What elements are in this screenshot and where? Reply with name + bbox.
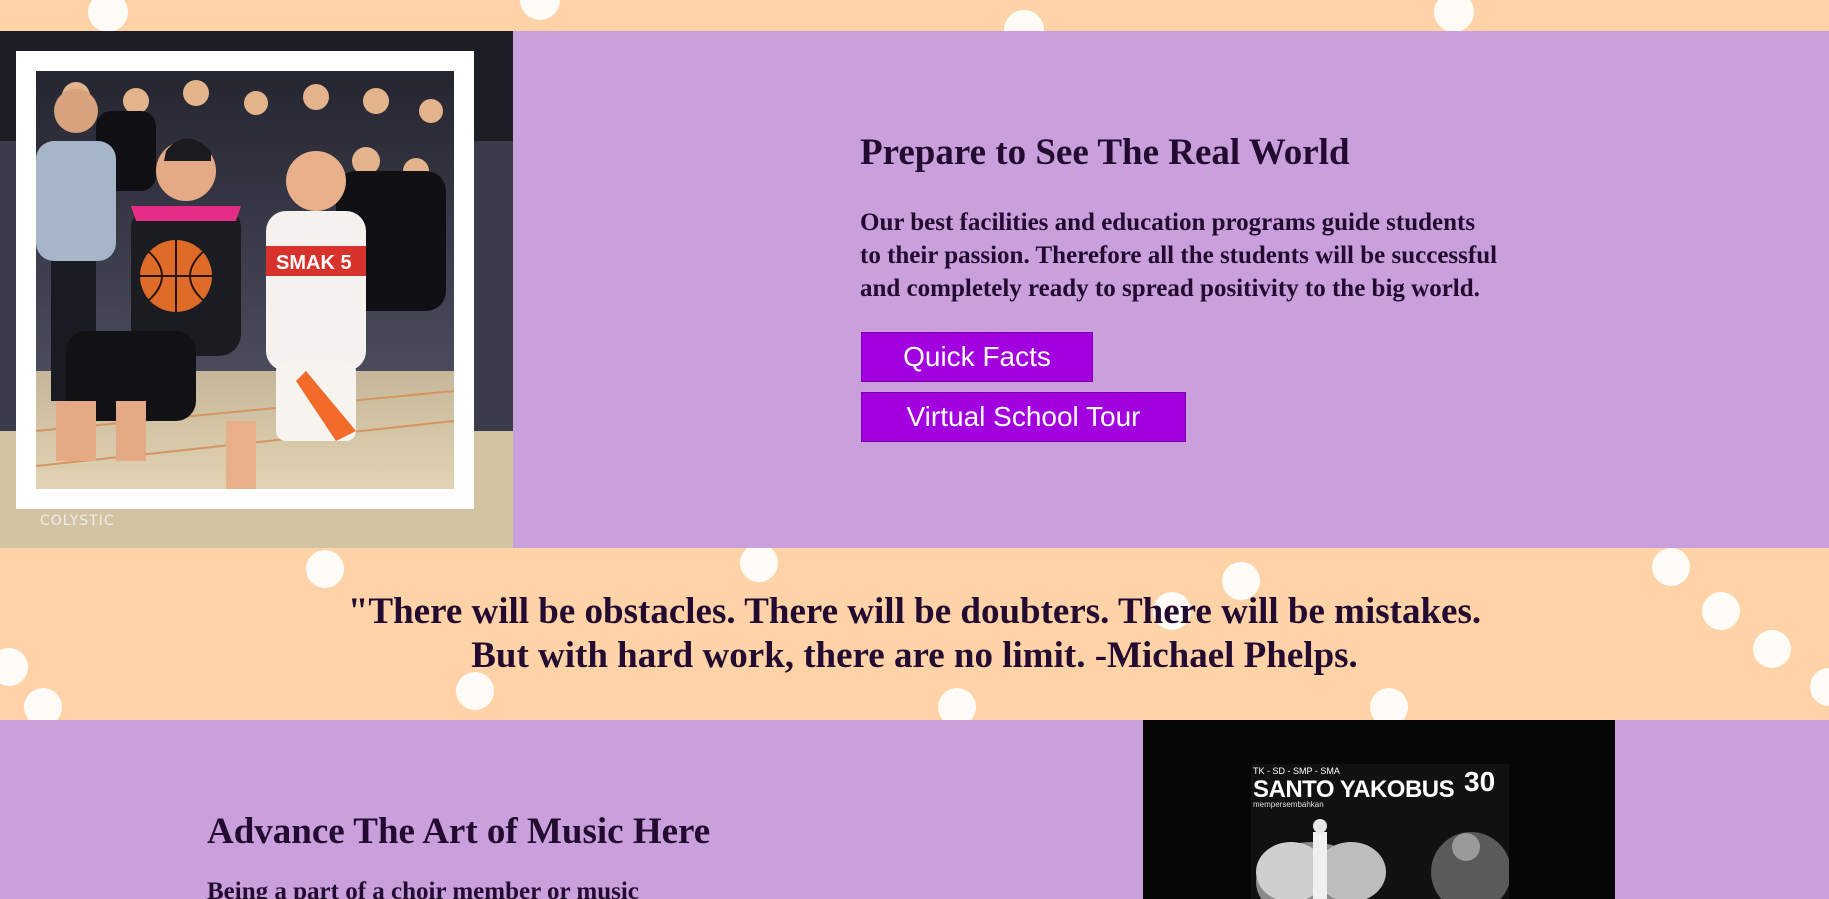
poster-figures: [1256, 819, 1509, 899]
decor-dot: [1434, 0, 1474, 31]
decor-dot: [306, 550, 344, 588]
hero-text: Prepare to See The Real World Our best f…: [860, 131, 1640, 305]
virtual-school-tour-button[interactable]: Virtual School Tour: [861, 392, 1186, 442]
music-paragraph: Being a part of a choir member or music: [207, 878, 639, 899]
concert-poster: TK - SD - SMP - SMA SANTO YAKOBUS memper…: [1143, 720, 1615, 899]
quote-line-2: But with hard work, there are no limit. …: [471, 635, 1358, 676]
poster-anniversary: 30: [1464, 766, 1496, 797]
hero-section: SMAK 5 COLYSTIC Prepare to See The Real …: [0, 31, 1829, 548]
decor-dot: [1652, 548, 1690, 586]
hero-paragraph-line: to their passion. Therefore all the stud…: [860, 242, 1498, 269]
music-section: Advance The Art of Music Here Being a pa…: [0, 720, 1829, 899]
decor-dot: [1370, 688, 1408, 720]
photo-frame: SMAK 5: [16, 51, 474, 509]
decor-dot: [740, 548, 778, 582]
hero-paragraph: Our best facilities and education progra…: [860, 206, 1640, 305]
basketball-photo: SMAK 5 COLYSTIC: [0, 31, 513, 548]
poster-image: TK - SD - SMP - SMA SANTO YAKOBUS memper…: [1251, 764, 1509, 899]
top-dotted-band: [0, 0, 1829, 31]
hero-paragraph-line: Our best facilities and education progra…: [860, 209, 1476, 236]
hero-heading: Prepare to See The Real World: [860, 132, 1350, 173]
quote-line-1: "There will be obstacles. There will be …: [347, 591, 1482, 632]
photo-watermark: COLYSTIC: [40, 513, 115, 529]
poster-levels: TK - SD - SMP - SMA: [1253, 766, 1340, 776]
decor-dot: [520, 0, 560, 20]
basketball-players-image: SMAK 5: [36, 71, 454, 489]
hero-paragraph-line: and completely ready to spread positivit…: [860, 275, 1480, 302]
photo-inner: SMAK 5: [36, 71, 454, 489]
decor-dot: [88, 0, 128, 31]
inspirational-quote: "There will be obstacles. There will be …: [0, 590, 1829, 678]
decor-dot: [1004, 10, 1044, 31]
poster-subtitle: mempersembahkan: [1253, 800, 1324, 809]
decor-dot: [24, 688, 62, 720]
music-heading: Advance The Art of Music Here: [207, 811, 711, 852]
decor-dot: [938, 688, 976, 720]
jersey-text: SMAK 5: [276, 252, 352, 274]
quick-facts-button[interactable]: Quick Facts: [861, 332, 1093, 382]
